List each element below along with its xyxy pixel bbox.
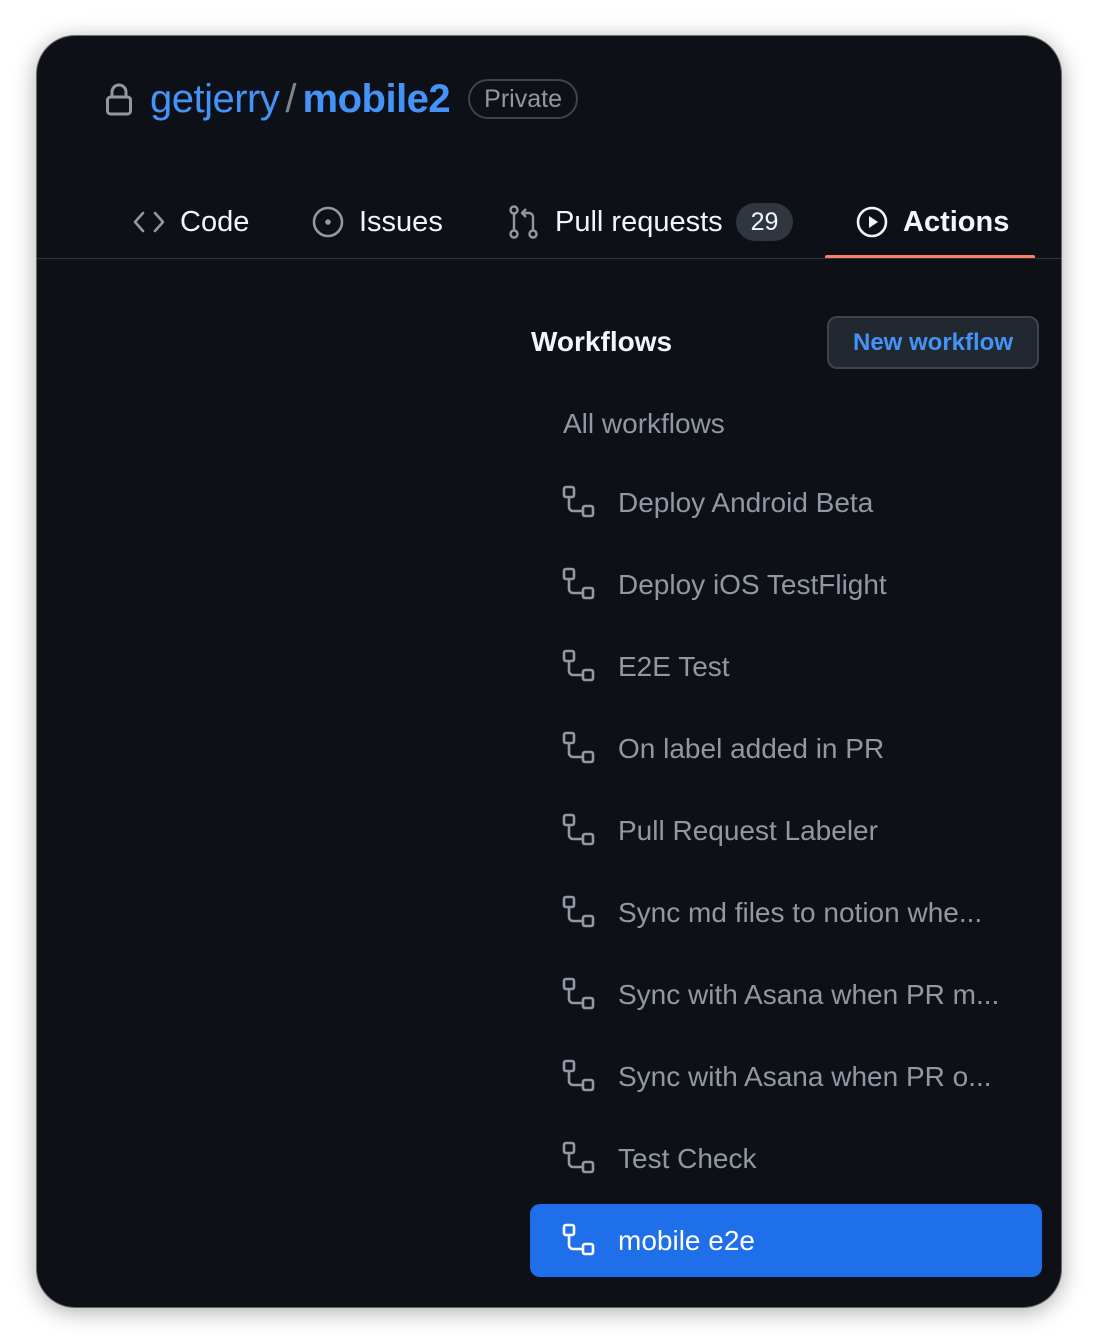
workflow-icon bbox=[562, 567, 595, 600]
tab-issues-label: Issues bbox=[359, 205, 443, 238]
header-divider bbox=[37, 258, 1061, 259]
workflow-item-label: mobile e2e bbox=[618, 1224, 755, 1256]
tab-code-label: Code bbox=[180, 205, 250, 238]
repo-name-link[interactable]: mobile2 bbox=[303, 77, 451, 122]
tab-code[interactable]: Code bbox=[133, 186, 249, 258]
tab-actions[interactable]: Actions bbox=[856, 186, 1009, 258]
workflow-item-label: On label added in PR bbox=[618, 732, 885, 764]
workflow-icon bbox=[562, 1059, 595, 1092]
workflow-icon bbox=[562, 731, 595, 764]
code-icon bbox=[133, 211, 165, 233]
issue-icon bbox=[312, 206, 344, 238]
visibility-badge: Private bbox=[468, 79, 578, 119]
workflow-icon bbox=[562, 977, 595, 1010]
lock-icon bbox=[106, 83, 132, 116]
pull-requests-count: 29 bbox=[735, 203, 794, 241]
workflow-item-selected[interactable]: mobile e2e bbox=[530, 1204, 1042, 1277]
workflow-item[interactable]: Sync with Asana when PR m... bbox=[530, 958, 1042, 1031]
repo-title: getjerry / mobile2 Private bbox=[105, 76, 578, 122]
play-icon bbox=[856, 206, 888, 238]
workflows-heading: Workflows bbox=[531, 326, 673, 357]
pull-request-icon bbox=[509, 205, 538, 239]
workflow-item-label: Sync md files to notion whe... bbox=[618, 896, 983, 928]
workflow-icon bbox=[562, 813, 595, 846]
workflow-item[interactable]: Sync with Asana when PR o... bbox=[530, 1040, 1042, 1113]
tab-pull-requests[interactable]: Pull requests 29 bbox=[508, 186, 794, 258]
workflow-item-label: Sync with Asana when PR o... bbox=[618, 1060, 992, 1092]
workflow-icon bbox=[562, 649, 595, 682]
workflow-icon bbox=[562, 1141, 595, 1174]
workflow-item[interactable]: Deploy Android Beta bbox=[530, 466, 1042, 539]
workflow-item-label: Sync with Asana when PR m... bbox=[618, 978, 1000, 1010]
workflow-item[interactable]: Sync md files to notion whe... bbox=[530, 876, 1042, 949]
workflow-item-label: Deploy Android Beta bbox=[618, 486, 874, 518]
tab-pull-requests-label: Pull requests bbox=[555, 205, 723, 238]
app-window: getjerry / mobile2 Private Code Issues P… bbox=[37, 36, 1061, 1307]
workflow-item-label: Deploy iOS TestFlight bbox=[618, 568, 887, 600]
all-workflows-link[interactable]: All workflows bbox=[563, 408, 725, 440]
workflow-icon bbox=[562, 895, 595, 928]
tab-issues[interactable]: Issues bbox=[312, 186, 443, 258]
tab-actions-label: Actions bbox=[903, 205, 1010, 238]
workflow-item[interactable]: Pull Request Labeler bbox=[530, 794, 1042, 867]
workflow-item-label: Test Check bbox=[618, 1142, 757, 1174]
repo-owner-link[interactable]: getjerry bbox=[150, 77, 280, 122]
workflow-item-label: E2E Test bbox=[618, 650, 730, 682]
workflow-item[interactable]: E2E Test bbox=[530, 630, 1042, 703]
workflow-icon bbox=[562, 1223, 595, 1256]
workflow-icon bbox=[562, 485, 595, 518]
new-workflow-button[interactable]: New workflow bbox=[827, 316, 1039, 369]
workflow-item[interactable]: Test Check bbox=[530, 1122, 1042, 1195]
repo-separator: / bbox=[285, 76, 297, 121]
workflow-item[interactable]: Deploy iOS TestFlight bbox=[530, 548, 1042, 621]
workflow-item-label: Pull Request Labeler bbox=[618, 814, 878, 846]
workflow-item[interactable]: On label added in PR bbox=[530, 712, 1042, 785]
repo-tabs: Code Issues Pull requests 29 Actions bbox=[37, 186, 1061, 258]
